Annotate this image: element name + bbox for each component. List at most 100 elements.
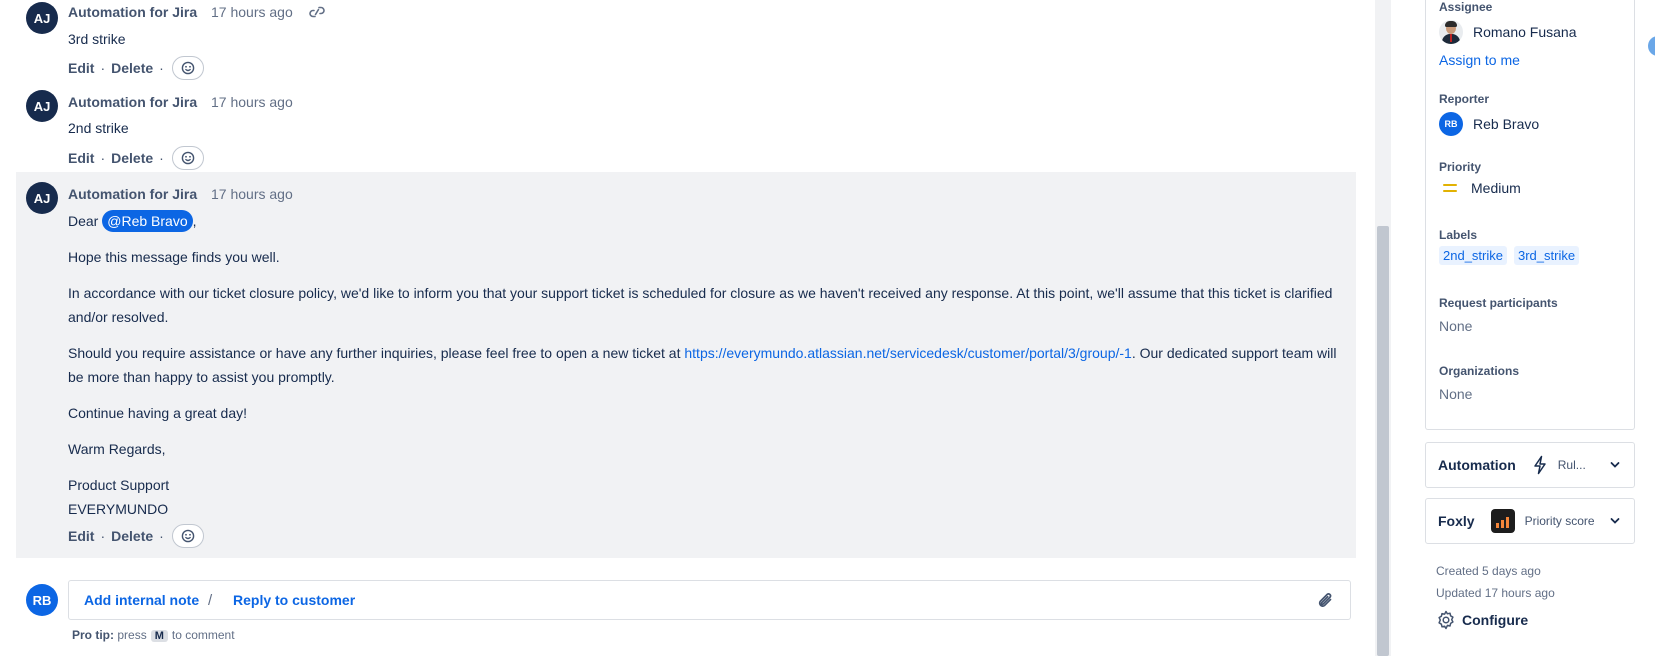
comment-paragraph: Hope this message finds you well. [68, 249, 280, 265]
edit-button[interactable]: Edit [68, 60, 94, 76]
request-participants-value[interactable]: None [1439, 318, 1472, 334]
reporter-label: Reporter [1439, 92, 1490, 106]
comment-body: Dear @Reb Bravo, Hope this message finds… [68, 209, 1346, 521]
keyboard-shortcut: M [150, 630, 168, 642]
comment-paragraph: Warm Regards, [68, 441, 166, 457]
configure-label: Configure [1462, 612, 1529, 628]
comment-header: Automation for Jira 17 hours ago [68, 4, 325, 20]
delete-button[interactable]: Delete [111, 150, 153, 166]
lightning-icon [1534, 455, 1546, 475]
add-reaction-button[interactable] [171, 146, 204, 170]
paragraph-text: Should you require assistance or have an… [68, 345, 681, 361]
organizations-label: Organizations [1439, 364, 1520, 378]
link-icon[interactable] [308, 6, 325, 18]
foxly-subtitle: Priority score [1524, 514, 1595, 528]
foxly-panel[interactable]: Foxly Priority score [1425, 498, 1635, 544]
delete-button[interactable]: Delete [111, 528, 153, 544]
labels-label: Labels [1439, 228, 1478, 242]
comment-header: Automation for Jira 17 hours ago [68, 94, 293, 110]
comment-body: 2nd strike [68, 116, 1346, 152]
comment-item: AJ Automation for Jira 17 hours ago 3rd … [16, 0, 1356, 84]
edit-button[interactable]: Edit [68, 150, 94, 166]
comment-actions: Edit · Delete · [68, 56, 204, 80]
priority-medium-icon [1443, 182, 1457, 194]
gear-icon [1438, 610, 1454, 630]
organizations-value[interactable]: None [1439, 386, 1472, 402]
assignee-name: Romano Fusana [1473, 24, 1577, 40]
reporter-avatar: RB [1439, 112, 1463, 136]
comment-paragraph: Continue having a great day! [68, 405, 248, 421]
comment-actions: Edit · Delete · [68, 524, 204, 548]
attachment-icon[interactable] [1316, 591, 1336, 611]
signature-line: EVERYMUNDO [68, 501, 169, 517]
priority-field[interactable]: Medium [1439, 180, 1521, 196]
comment-author[interactable]: Automation for Jira [68, 186, 197, 202]
assignee-avatar [1439, 20, 1463, 44]
comment-greeting: Dear @Reb Bravo, [68, 209, 1346, 233]
separator: · [159, 150, 164, 166]
reporter-field[interactable]: RB Reb Bravo [1439, 112, 1539, 136]
pro-tip-text: to comment [171, 628, 235, 642]
edit-button[interactable]: Edit [68, 528, 94, 544]
label-chip[interactable]: 3rd_strike [1514, 246, 1580, 265]
add-internal-note-button[interactable]: Add internal note [84, 592, 199, 608]
comment-time[interactable]: 17 hours ago [211, 4, 293, 20]
assign-to-me-link[interactable]: Assign to me [1439, 52, 1520, 68]
foxly-title: Foxly [1438, 513, 1475, 529]
separator: · [100, 528, 106, 544]
configure-button[interactable]: Configure [1436, 610, 1528, 630]
add-reaction-button[interactable] [171, 524, 204, 548]
automation-title: Automation [1438, 457, 1516, 473]
pro-tip-text: press [117, 628, 147, 642]
comment-item-highlighted: AJ Automation for Jira 17 hours ago Dear… [16, 172, 1356, 558]
separator: · [159, 60, 164, 76]
current-user-avatar: RB [26, 584, 58, 616]
avatar[interactable]: AJ [26, 90, 58, 122]
automation-panel[interactable]: Automation Rul... [1425, 442, 1635, 488]
comment-author[interactable]: Automation for Jira [68, 94, 197, 110]
comment-item: AJ Automation for Jira 17 hours ago 2nd … [16, 90, 1356, 170]
label-chip[interactable]: 2nd_strike [1439, 246, 1507, 265]
reply-separator: / [208, 592, 213, 609]
comment-paragraph: Should you require assistance or have an… [68, 341, 1346, 389]
delete-button[interactable]: Delete [111, 60, 153, 76]
greeting-punctuation: , [192, 213, 197, 229]
pro-tip: Pro tip: press Mto comment [72, 628, 235, 642]
automation-subtitle: Rul... [1557, 458, 1586, 472]
comment-time[interactable]: 17 hours ago [211, 186, 293, 202]
created-timestamp: Created 5 days ago [1436, 564, 1541, 578]
reply-box[interactable]: Add internal note / Reply to customer [68, 580, 1351, 620]
comment-text: 2nd strike [68, 120, 129, 136]
updated-timestamp: Updated 17 hours ago [1436, 586, 1555, 600]
emoji-icon [181, 529, 195, 543]
user-mention[interactable]: @Reb Bravo [102, 210, 193, 232]
activity-feed: AJ Automation for Jira 17 hours ago 3rd … [0, 0, 1360, 656]
emoji-icon [181, 151, 195, 165]
avatar[interactable]: AJ [26, 182, 58, 214]
avatar[interactable]: AJ [26, 2, 58, 34]
comment-text: 3rd strike [68, 31, 126, 47]
comment-paragraph: In accordance with our ticket closure po… [68, 285, 1333, 325]
separator: · [100, 150, 106, 166]
foxly-chart-icon [1490, 509, 1515, 533]
pro-tip-label: Pro tip: [72, 628, 114, 642]
chevron-down-icon [1610, 462, 1620, 468]
comment-body: 3rd strike [68, 27, 1346, 63]
scrollbar-thumb[interactable] [1377, 226, 1389, 656]
priority-value: Medium [1471, 180, 1521, 196]
comment-actions: Edit · Delete · [68, 146, 204, 170]
signature-line: Product Support [68, 477, 170, 493]
portal-link[interactable]: https://everymundo.atlassian.net/service… [684, 345, 1131, 361]
add-reaction-button[interactable] [171, 56, 204, 80]
reply-to-customer-button[interactable]: Reply to customer [233, 592, 355, 608]
greeting-text: Dear [68, 213, 99, 229]
details-panel: Assignee Romano Fusana Assign to me Repo… [1425, 0, 1635, 430]
comment-author[interactable]: Automation for Jira [68, 4, 197, 20]
assignee-field[interactable]: Romano Fusana [1439, 20, 1577, 44]
chevron-down-icon [1610, 518, 1620, 524]
separator: · [159, 528, 164, 544]
separator: · [100, 60, 106, 76]
side-panel-toggle[interactable] [1648, 36, 1655, 56]
comment-time[interactable]: 17 hours ago [211, 94, 293, 110]
priority-label: Priority [1439, 160, 1482, 174]
